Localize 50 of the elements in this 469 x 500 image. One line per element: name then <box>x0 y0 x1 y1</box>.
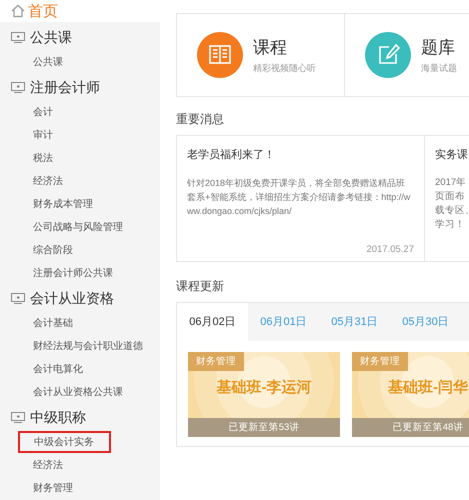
sidebar-item[interactable]: 会计从业资格公共课 <box>18 381 124 403</box>
sidebar-item[interactable]: 综合阶段 <box>18 239 111 261</box>
feature-subtitle: 精彩视频随心听 <box>253 62 316 74</box>
feature-title: 课程 <box>253 36 288 58</box>
sidebar-group-title: 公共课 <box>30 28 72 46</box>
monitor-icon <box>11 32 25 43</box>
course-title: 基础班-闫华 <box>387 378 469 397</box>
sidebar-item[interactable]: 会计基础 <box>18 312 111 334</box>
section-heading: 重要消息 <box>176 111 225 128</box>
message-text: 页面布 <box>435 190 466 204</box>
course-tag: 财务管理 <box>188 352 244 371</box>
message-date: 2017.05.27 <box>366 244 414 255</box>
sidebar-group-title: 中级职称 <box>30 408 86 426</box>
sidebar-item[interactable]: 公共课 <box>18 51 111 73</box>
sidebar-item[interactable]: 财务成本管理 <box>18 193 111 215</box>
feature-subtitle: 海量试题 <box>421 62 457 74</box>
sidebar-item[interactable]: 经济法 <box>18 454 111 476</box>
sidebar-item[interactable]: 注册会计师公共课 <box>18 262 114 284</box>
message-text: 学习！ <box>435 218 466 232</box>
feature-card[interactable]: 题库 海量试题 <box>345 14 469 96</box>
sidebar-item[interactable]: 中级会计实务 <box>18 431 111 453</box>
message-card[interactable]: 实务课 2017年 页面布 载专区、 学习！ <box>425 136 469 261</box>
sidebar-item[interactable]: 会计 <box>18 101 111 123</box>
message-title: 老学员福利来了！ <box>187 148 276 162</box>
sidebar-group-title: 注册会计师 <box>30 78 100 96</box>
course-update-note: 已更新至第53讲 <box>188 418 340 437</box>
sidebar-item[interactable]: 财务管理 <box>18 477 111 499</box>
course-tag: 财务管理 <box>352 352 408 371</box>
message-text: 针对2018年初级免费开课学员，将全部免费赠送精品班套系+智能系统，详细招生方案介绍请参考链接：http://www.dongao.com/cjks/plan/ <box>187 177 412 218</box>
feature-card[interactable]: 课程 精彩视频随心听 <box>177 14 345 96</box>
monitor-icon <box>11 412 25 423</box>
course-update-note: 已更新至第48讲 <box>352 418 469 437</box>
message-card[interactable]: 老学员福利来了！ 针对2018年初级免费开课学员，将全部免费赠送精品班套系+智能系统，详细招生方案介绍请参考链接：http://www.dongao.com/cjks/plan/ 2017.05.27 <box>177 136 425 261</box>
message-title: 实务课 <box>435 148 469 162</box>
home-icon <box>11 4 25 18</box>
section-heading: 课程更新 <box>176 278 225 295</box>
sidebar-item[interactable]: 财经法规与会计职业道德 <box>18 335 144 357</box>
sidebar-item[interactable]: 经济法 <box>18 170 111 192</box>
message-text: 2017年 <box>435 176 468 190</box>
monitor-icon <box>11 293 25 304</box>
sidebar-item[interactable]: 税法 <box>18 147 111 169</box>
sidebar-item[interactable]: 会计电算化 <box>18 358 111 380</box>
date-tab[interactable]: 06月02日 <box>177 303 248 341</box>
sidebar-group-title: 会计从业资格 <box>30 290 114 308</box>
sidebar-item[interactable]: 审计 <box>18 124 111 146</box>
feature-title: 题库 <box>421 36 456 58</box>
message-text: 载专区、 <box>435 204 469 218</box>
course-title: 基础班-李运河 <box>216 378 312 397</box>
monitor-icon <box>11 82 25 93</box>
sidebar-item[interactable]: 公司战略与风险管理 <box>18 216 124 238</box>
